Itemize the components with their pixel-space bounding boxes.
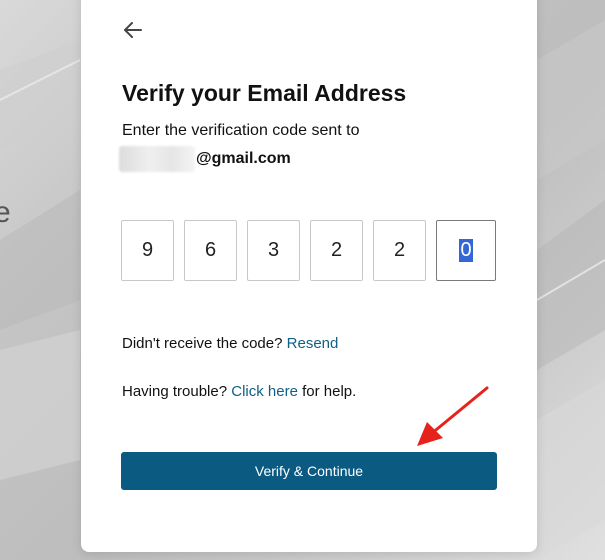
selected-digit: 0 xyxy=(459,239,473,262)
email-address: @gmail.com xyxy=(119,146,291,172)
code-digit-input-3[interactable]: 3 xyxy=(247,220,300,281)
resend-prompt: Didn't receive the code? xyxy=(122,335,283,352)
redacted-email-username xyxy=(119,146,195,172)
trouble-row: Having trouble? Click here for help. xyxy=(122,383,356,400)
code-digit-input-1[interactable]: 9 xyxy=(121,220,174,281)
code-digit-input-6[interactable]: 0 xyxy=(436,220,496,281)
code-digit-input-5[interactable]: 2 xyxy=(373,220,426,281)
instruction-text: Enter the verification code sent to xyxy=(122,122,360,139)
background-text-fragment: e xyxy=(0,196,11,229)
email-domain: @gmail.com xyxy=(196,150,291,167)
annotation-arrow-icon xyxy=(417,386,489,446)
help-link[interactable]: Click here xyxy=(231,383,298,400)
resend-row: Didn't receive the code? Resend xyxy=(122,335,338,352)
arrow-left-icon xyxy=(124,22,142,38)
verify-continue-button[interactable]: Verify & Continue xyxy=(121,452,497,490)
code-digit-input-4[interactable]: 2 xyxy=(310,220,363,281)
back-button[interactable] xyxy=(121,18,145,42)
trouble-prompt: Having trouble? xyxy=(122,383,228,400)
trouble-suffix: for help. xyxy=(302,383,357,400)
page-title: Verify your Email Address xyxy=(122,80,407,106)
code-digit-input-2[interactable]: 6 xyxy=(184,220,237,281)
resend-link[interactable]: Resend xyxy=(287,335,339,352)
verification-code-inputs: 9 6 3 2 2 0 xyxy=(121,220,496,281)
verification-card: Verify your Email Address Enter the veri… xyxy=(81,0,537,552)
